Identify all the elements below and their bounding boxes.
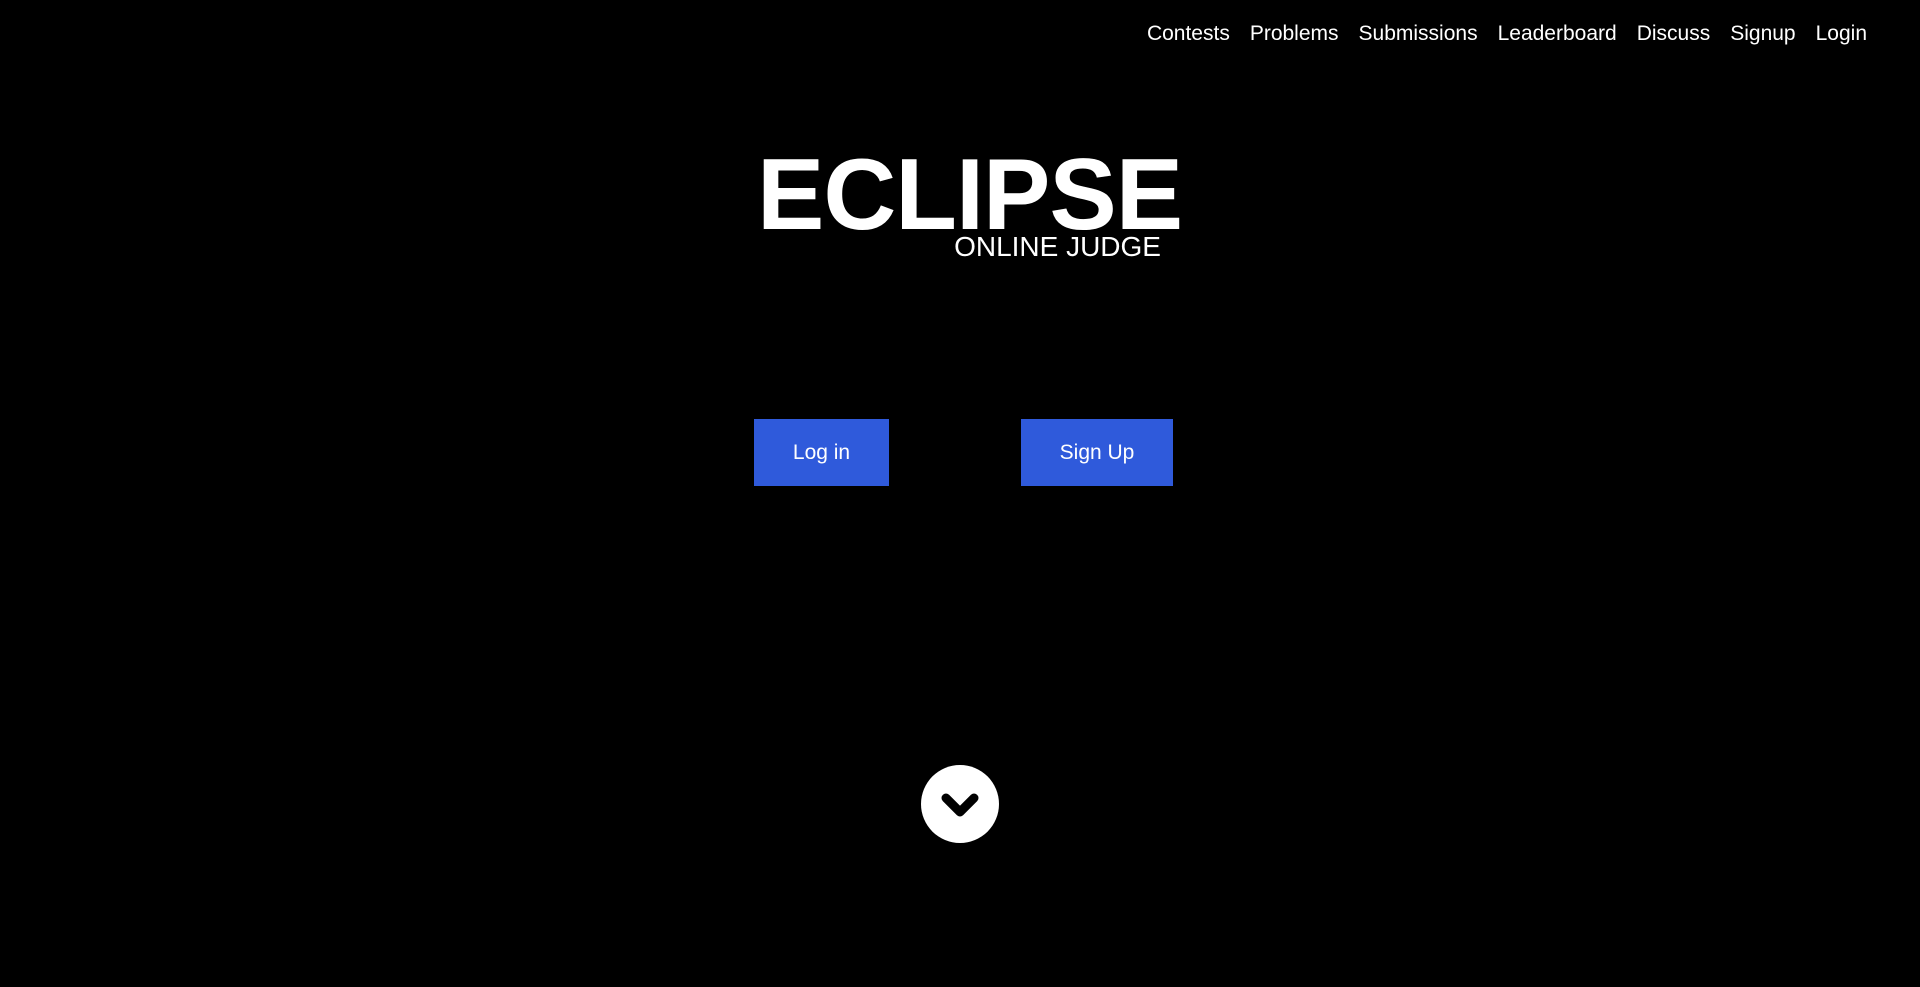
top-nav: Contests Problems Submissions Leaderboar… [1137,0,1877,68]
nav-link-contests[interactable]: Contests [1137,0,1240,68]
landing-page: Contests Problems Submissions Leaderboar… [0,0,1920,987]
brand-subtitle: ONLINE JUDGE [954,231,1161,262]
login-button[interactable]: Log in [754,419,889,486]
nav-link-login[interactable]: Login [1806,0,1877,68]
nav-link-discuss[interactable]: Discuss [1627,0,1721,68]
nav-link-leaderboard[interactable]: Leaderboard [1488,0,1627,68]
scroll-down-button[interactable] [921,765,999,843]
signup-button[interactable]: Sign Up [1021,419,1173,486]
nav-link-signup[interactable]: Signup [1720,0,1805,68]
nav-link-submissions[interactable]: Submissions [1349,0,1488,68]
nav-link-problems[interactable]: Problems [1240,0,1349,68]
brand-logo: ECLIPSE ONLINE JUDGE [757,137,1183,277]
chevron-down-icon [941,793,979,817]
